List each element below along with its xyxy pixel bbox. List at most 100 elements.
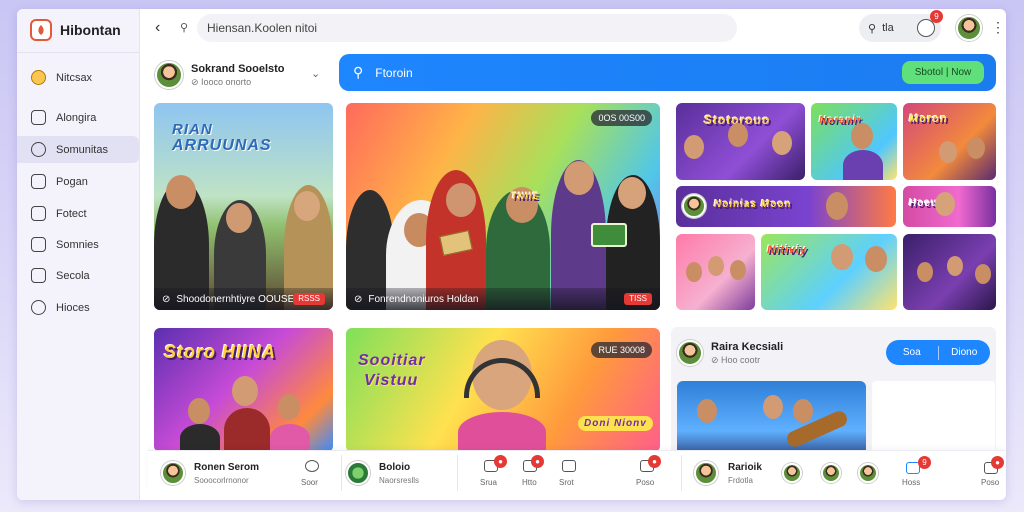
channel-profile[interactable]: Sokrand Sooelsto ⊘ Iooco onorto [155, 61, 285, 89]
card-title-line-2: Vi⁠stuu [364, 372, 419, 389]
top-search-pill[interactable]: ⚲ tla 9 [859, 10, 943, 42]
bottom-label: Poso [636, 478, 655, 487]
card-caption: ⊘ Fonrendnoniuros Holdan TISS [346, 288, 660, 310]
user-avatar[interactable] [161, 461, 185, 485]
channel-avatar [682, 194, 706, 218]
sidebar-item-label: Hioces [56, 301, 90, 314]
pill-label: tla [882, 22, 894, 34]
person-face [826, 192, 848, 220]
card-title-line-2: ARRUUNAS [172, 137, 272, 154]
app-name: Hibontan [60, 22, 121, 38]
main-search-bar[interactable]: ⚲ Ftoroin Sbotol | Now [339, 54, 996, 91]
video-card-7[interactable]: Hoeu [903, 186, 996, 227]
card-title: Hoeu [909, 198, 938, 209]
person-face [975, 264, 991, 284]
search-icon: ⚲ [868, 22, 877, 35]
sidebar-item-4[interactable]: Fotect [17, 200, 139, 227]
sidebar-item-5[interactable]: Somnies [17, 231, 139, 258]
card-title: Nitiviy [767, 244, 808, 256]
video-card-3[interactable]: Stotorouo [676, 103, 805, 180]
sidebar-item-label: Somnies [56, 238, 99, 251]
card-title: Moron [909, 113, 948, 125]
chevron-down-icon[interactable]: ⌄ [311, 67, 320, 80]
card-title-line-1: Sooitiar [358, 352, 426, 369]
card-caption: ⊘ Shoodonernhtiyre OOUSE RSSS [154, 288, 333, 310]
sidebar-item-6[interactable]: Secola [17, 262, 139, 289]
video-card-6[interactable]: Noinias Moon [676, 186, 896, 227]
app-window: Hibontan Nitcsax Alongira Somunitas Poga… [17, 9, 1006, 500]
address-input[interactable] [197, 14, 737, 42]
channel-subtitle: Naorsreslls [379, 476, 420, 485]
subscribe-toggle[interactable]: Soa Diono [886, 340, 990, 365]
sidebar-item-3[interactable]: Pogan [17, 168, 139, 195]
pill-right-label[interactable]: Diono [939, 347, 991, 358]
person-face [947, 256, 963, 276]
grid-icon [31, 268, 46, 283]
channel-panel-header[interactable]: Raira Kecsiali ⊘ Hoo cootr [677, 340, 783, 366]
community-icon [31, 142, 46, 157]
channel-subtitle: ⊘ Hoo cootr [711, 354, 761, 365]
sidebar-item-7[interactable]: Hioces [17, 294, 139, 321]
sidebar-divider [17, 52, 140, 53]
pill-left-label[interactable]: Soa [886, 347, 938, 358]
video-card-11[interactable]: Storo HIINA [154, 328, 333, 452]
person-face [294, 191, 320, 221]
sidebar-item-2[interactable]: Somunitas [17, 136, 139, 163]
user-name: Ronen Serom [194, 462, 260, 473]
sidebar-item-label: Secola [56, 269, 90, 282]
person-face [831, 244, 853, 270]
video-card-1[interactable]: RIAN ARRUUNAS ⊘ Shoodonernhtiyre OOUSE R… [154, 103, 333, 310]
person-face [935, 192, 955, 216]
person-face [967, 137, 985, 159]
sign-text: Doni Nionv [578, 416, 653, 431]
follower-avatar[interactable] [782, 463, 802, 483]
clock-icon[interactable] [305, 460, 319, 472]
help-icon [31, 300, 46, 315]
bottom-label: Htto [522, 478, 537, 487]
video-card-10[interactable] [903, 234, 996, 310]
person-face [708, 256, 724, 276]
video-card-9[interactable]: Nitiviy [761, 234, 897, 310]
video-card-hero[interactable]: TNIIE 0OS 00S00 ⊘ Fonrendnoniuros Holdan… [346, 103, 660, 310]
user-avatar[interactable] [694, 461, 718, 485]
video-card-8[interactable] [676, 234, 755, 310]
person-face [564, 161, 594, 195]
square-icon[interactable] [562, 460, 576, 472]
sidebar-item-label: Alongira [56, 111, 97, 124]
person-figure [224, 408, 270, 452]
brand[interactable]: Hibontan [30, 19, 121, 41]
coin-icon [31, 70, 46, 85]
card-title-line-1: RIAN [172, 121, 213, 138]
more-menu-icon[interactable]: ⋮ [991, 19, 1005, 36]
person-face [686, 262, 702, 282]
card-title: Noinias Moon [714, 199, 792, 210]
logo-icon [30, 19, 52, 41]
person-figure [458, 412, 546, 452]
person-face [697, 399, 717, 423]
user-avatar[interactable] [956, 15, 982, 41]
submit-button[interactable]: Sbotol | Now [902, 61, 984, 84]
video-card-12[interactable]: Sooitiar Vi⁠stuu Doni Nionv RUE 30008 [346, 328, 660, 452]
video-card-5[interactable]: Moron [903, 103, 996, 180]
sidebar: Hibontan Nitcsax Alongira Somunitas Poga… [17, 9, 140, 500]
divider [457, 455, 458, 491]
sidebar-item-1[interactable]: Alongira [17, 104, 139, 131]
follower-avatar[interactable] [821, 463, 841, 483]
video-card-4[interactable]: Noranir [811, 103, 897, 180]
channel-avatar[interactable] [346, 461, 370, 485]
person-face [851, 123, 873, 149]
person-figure [843, 150, 883, 180]
notification-badge: ● [494, 455, 507, 468]
back-icon[interactable]: ‹ [155, 19, 160, 37]
follower-avatar[interactable] [858, 463, 878, 483]
person-face [763, 395, 783, 419]
shirt-print-text: TNIIE [511, 191, 540, 201]
calendar-icon [31, 237, 46, 252]
user-subtitle: Frdotla [728, 476, 753, 485]
search-icon[interactable]: ⚲ [180, 21, 188, 34]
divider [341, 455, 342, 491]
sidebar-item-label: Fotect [56, 207, 87, 220]
sidebar-item-0[interactable]: Nitcsax [17, 64, 139, 91]
person-face [232, 376, 258, 406]
notification-badge: 9 [930, 10, 943, 23]
